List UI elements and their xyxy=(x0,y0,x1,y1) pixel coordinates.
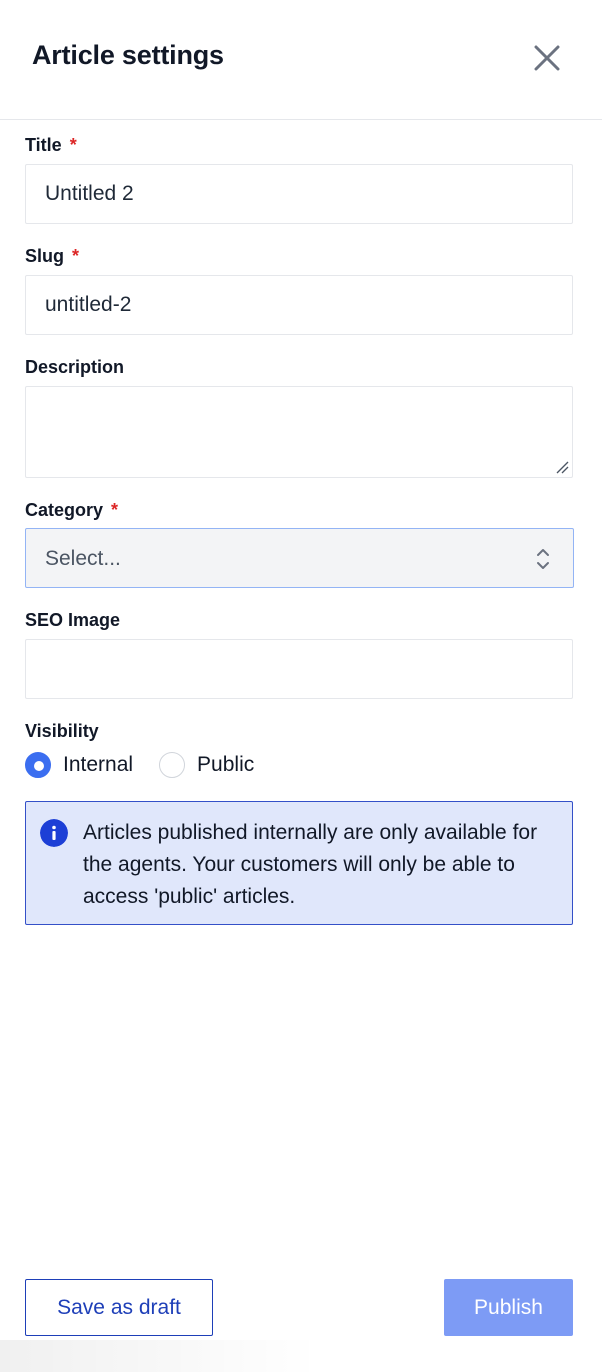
visibility-label-text: Visibility xyxy=(25,721,99,741)
title-field[interactable] xyxy=(25,164,573,224)
visibility-label: Visibility xyxy=(25,721,99,742)
visibility-radio-group: Internal Public xyxy=(25,751,254,779)
resize-handle-icon[interactable] xyxy=(555,460,569,474)
required-marker: * xyxy=(111,500,119,520)
radio-public[interactable] xyxy=(159,752,186,778)
slug-field[interactable] xyxy=(25,275,573,335)
publish-button[interactable]: Publish xyxy=(444,1279,573,1336)
panel-header: Article settings xyxy=(0,0,602,120)
save-as-draft-button[interactable]: Save as draft xyxy=(25,1279,213,1336)
description-label: Description xyxy=(25,357,124,378)
slug-label: Slug * xyxy=(25,246,79,267)
radio-option-public[interactable]: Public xyxy=(159,752,254,778)
bottom-shadow xyxy=(0,1340,320,1372)
title-label: Title * xyxy=(25,135,77,156)
required-marker: * xyxy=(72,246,80,266)
visibility-info-alert: Articles published internally are only a… xyxy=(25,801,573,925)
description-textarea[interactable] xyxy=(26,387,572,477)
description-field[interactable] xyxy=(25,386,573,478)
slug-label-text: Slug xyxy=(25,246,64,266)
seo-image-input[interactable] xyxy=(26,640,572,698)
panel-title: Article settings xyxy=(32,40,224,70)
close-button[interactable] xyxy=(530,41,564,75)
required-marker: * xyxy=(69,135,77,155)
description-label-text: Description xyxy=(25,357,125,377)
seo-image-field[interactable] xyxy=(25,639,573,699)
article-settings-panel: Article settings Title * Slug * Descriptio… xyxy=(0,0,602,1372)
info-text: Articles published internally are only a… xyxy=(83,821,538,908)
title-label-text: Title xyxy=(25,135,62,155)
radio-internal[interactable] xyxy=(25,752,51,778)
radio-internal-label[interactable]: Internal xyxy=(63,753,133,777)
category-label-text: Category xyxy=(25,500,104,520)
radio-public-label[interactable]: Public xyxy=(197,753,254,777)
seo-image-label: SEO Image xyxy=(25,610,120,631)
chevron-up-down-icon xyxy=(537,549,549,569)
seo-image-label-text: SEO Image xyxy=(25,610,121,630)
close-icon xyxy=(534,45,560,71)
radio-option-internal[interactable]: Internal xyxy=(25,752,133,778)
category-label: Category * xyxy=(25,500,118,521)
category-select[interactable]: Select... xyxy=(25,528,574,588)
category-select-placeholder: Select... xyxy=(45,547,121,570)
title-input[interactable] xyxy=(26,165,572,223)
slug-input[interactable] xyxy=(26,276,572,334)
info-icon xyxy=(40,819,68,847)
